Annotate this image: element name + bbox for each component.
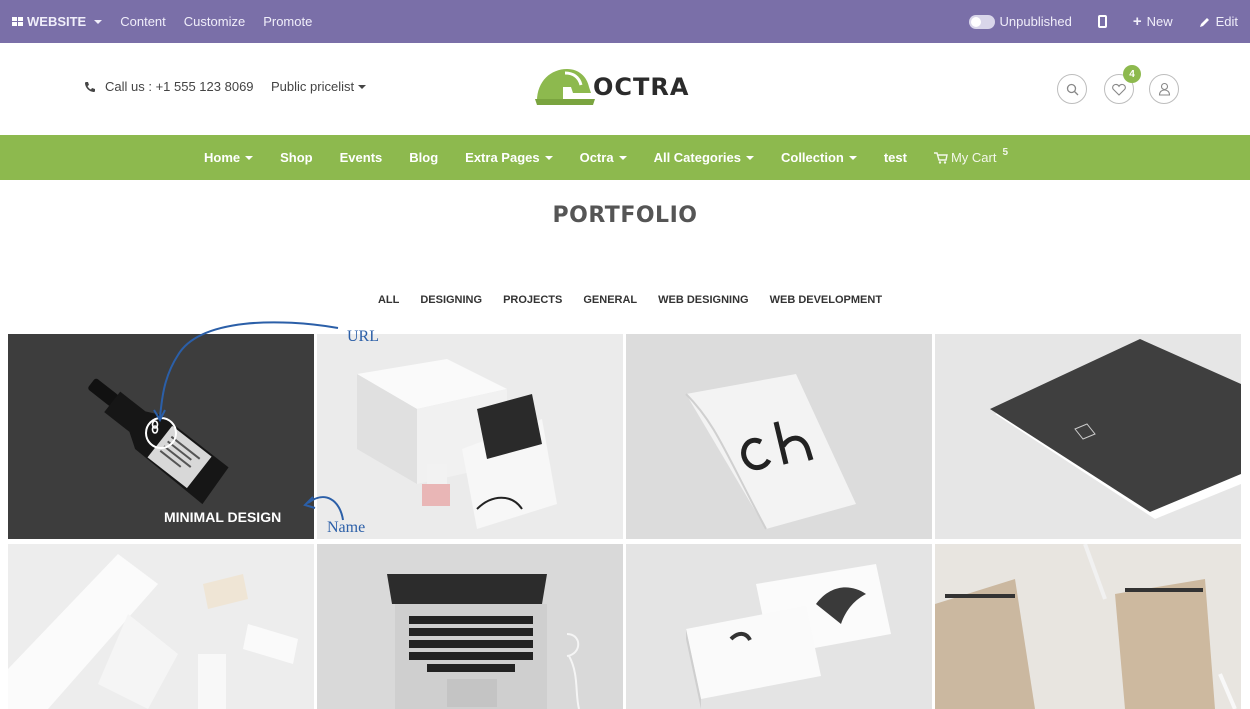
annotation-arrows xyxy=(153,321,344,521)
name-annotation-label: Name xyxy=(327,519,366,536)
url-annotation-label: URL xyxy=(347,328,379,345)
